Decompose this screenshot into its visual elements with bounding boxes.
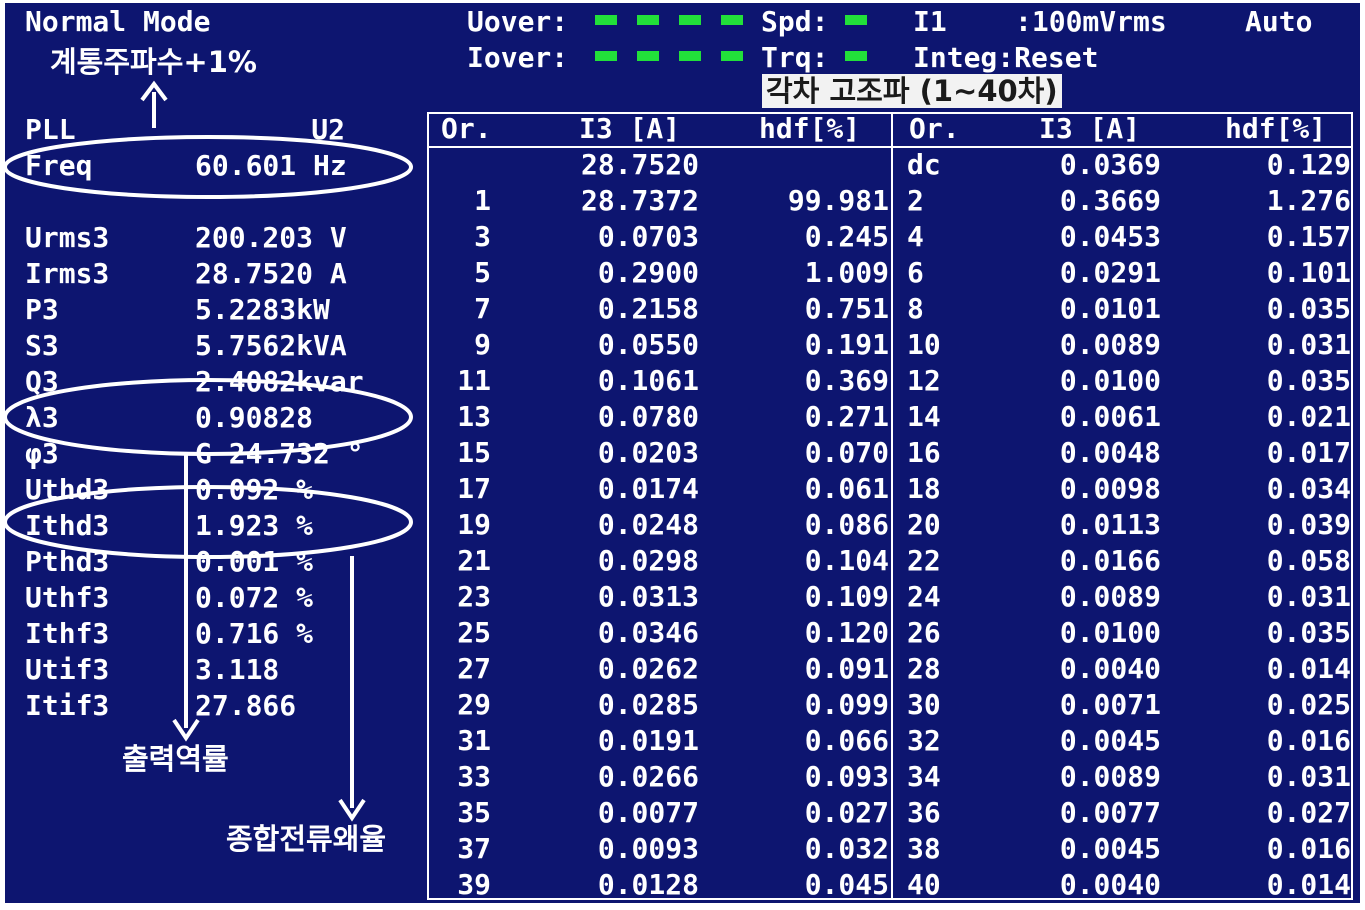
power-factor-highlight-ellipse	[3, 378, 413, 456]
harmonics-annotation: 각차 고조파 (1~40차)	[762, 74, 1062, 108]
ithd-annotation: 종합전류왜율	[226, 822, 387, 856]
ithd-highlight-ellipse	[3, 485, 413, 559]
freq-annotation: 계통주파수+1%	[50, 45, 257, 79]
power-factor-annotation: 출력역률	[122, 742, 229, 776]
freq-highlight-ellipse	[3, 135, 413, 199]
